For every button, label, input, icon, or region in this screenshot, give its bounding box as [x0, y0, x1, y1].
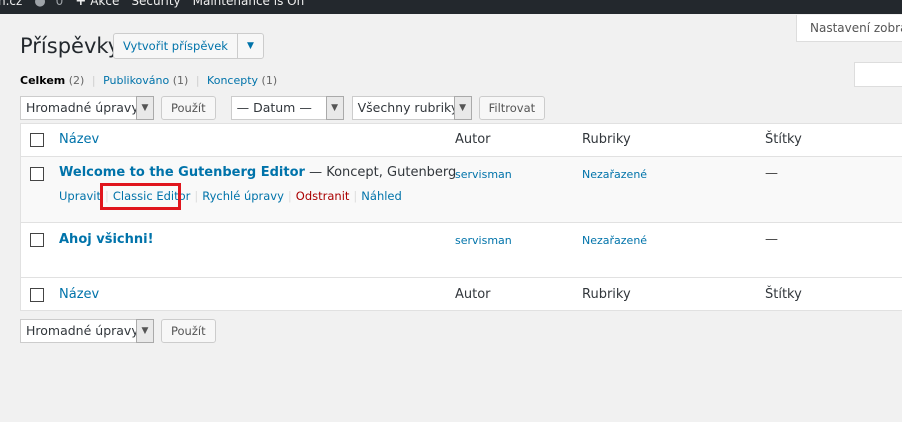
- column-author: Autor: [455, 287, 491, 302]
- search-input[interactable]: [854, 62, 902, 87]
- bulk-actions-select[interactable]: Hromadné úpravy ▼: [20, 96, 154, 120]
- separator: |: [195, 74, 200, 87]
- new-content-label: Akce: [90, 0, 120, 8]
- post-state: — Koncept, Gutenberg: [304, 165, 457, 180]
- post-title-cell: Ahoj všichni!: [59, 232, 154, 247]
- filter-published[interactable]: Publikováno: [103, 74, 169, 87]
- quick-edit-link[interactable]: Rychlé úpravy: [202, 189, 284, 203]
- bulk-actions-value: Hromadné úpravy: [26, 100, 139, 115]
- site-name-link[interactable]: n.cz: [0, 0, 22, 8]
- column-title-sort[interactable]: Název: [59, 132, 99, 147]
- maintenance-status[interactable]: Maintenance is On: [193, 0, 305, 8]
- post-author-link[interactable]: servisman: [455, 234, 512, 247]
- post-category-link[interactable]: Nezařazené: [582, 234, 647, 247]
- security-menu[interactable]: Security: [131, 0, 180, 8]
- filter-drafts-count: (1): [261, 74, 278, 87]
- post-title-link[interactable]: Welcome to the Gutenberg Editor: [59, 165, 305, 180]
- separator: |: [353, 189, 358, 203]
- chevron-down-icon[interactable]: ▼: [238, 34, 263, 58]
- page-title: Příspěvky: [20, 34, 121, 58]
- separator: |: [287, 189, 292, 203]
- comments-link[interactable]: ● 0: [34, 0, 63, 9]
- tablenav-bottom: Hromadné úpravy ▼ Použít: [20, 319, 216, 343]
- apply-button[interactable]: Použít: [161, 96, 216, 120]
- post-author-link[interactable]: servisman: [455, 168, 512, 181]
- tablenav-top: Hromadné úpravy ▼ Použít — Datum — ▼ Vše…: [20, 96, 546, 120]
- date-filter-select[interactable]: — Datum — ▼: [230, 96, 344, 120]
- screen-options-tab[interactable]: Nastavení zobrazení: [796, 15, 902, 42]
- admin-bar: n.cz ● 0 + Akce Security Maintenance is …: [0, 0, 902, 14]
- table-row: Ahoj všichni! servisman Nezařazené —: [21, 223, 902, 277]
- select-all-checkbox[interactable]: [30, 288, 44, 302]
- column-author: Autor: [455, 132, 491, 147]
- table-footer: Název Autor Rubriky Štítky: [21, 277, 902, 310]
- add-new-post-split-button: Vytvořit příspěvek ▼: [113, 33, 264, 59]
- post-status-filters: Celkem (2) | Publikováno (1) | Koncepty …: [20, 74, 277, 87]
- apply-button[interactable]: Použít: [161, 319, 216, 343]
- post-tags: —: [765, 166, 778, 181]
- edit-link[interactable]: Upravit: [59, 189, 101, 203]
- column-categories: Rubriky: [582, 287, 631, 302]
- chevron-down-icon: ▼: [325, 96, 344, 120]
- post-category-link[interactable]: Nezařazené: [582, 168, 647, 181]
- post-title-cell: Welcome to the Gutenberg Editor — Koncep…: [59, 165, 456, 180]
- classic-editor-highlight-box: [100, 183, 181, 210]
- chevron-down-icon: ▼: [136, 319, 154, 343]
- comments-count: 0: [55, 0, 64, 8]
- filter-published-count: (1): [172, 74, 189, 87]
- filter-all[interactable]: Celkem: [20, 74, 65, 87]
- plus-icon: +: [75, 0, 87, 9]
- category-filter-select[interactable]: Všechny rubriky ▼: [351, 96, 472, 120]
- row-checkbox[interactable]: [30, 233, 44, 247]
- chevron-down-icon: ▼: [453, 96, 472, 120]
- column-tags: Štítky: [765, 287, 802, 302]
- post-tags: —: [765, 232, 778, 247]
- row-checkbox[interactable]: [30, 167, 44, 181]
- trash-link[interactable]: Odstranit: [296, 189, 350, 203]
- select-all-checkbox[interactable]: [30, 133, 44, 147]
- filter-button[interactable]: Filtrovat: [478, 96, 546, 120]
- separator: |: [194, 189, 199, 203]
- category-filter-value: Všechny rubriky: [357, 100, 459, 115]
- post-title-link[interactable]: Ahoj všichni!: [59, 232, 154, 247]
- bulk-actions-value: Hromadné úpravy: [26, 323, 139, 338]
- column-title-sort[interactable]: Název: [59, 287, 99, 302]
- date-filter-value: — Datum —: [236, 100, 312, 115]
- table-header: Název Autor Rubriky Štítky: [21, 124, 902, 157]
- new-content-menu[interactable]: + Akce: [75, 0, 119, 9]
- chevron-down-icon: ▼: [136, 96, 154, 120]
- add-new-post-button[interactable]: Vytvořit příspěvek: [114, 34, 238, 58]
- bulk-actions-select[interactable]: Hromadné úpravy ▼: [20, 319, 154, 343]
- filter-drafts[interactable]: Koncepty: [207, 74, 258, 87]
- column-tags: Štítky: [765, 132, 802, 147]
- posts-table: Název Autor Rubriky Štítky Welcome to th…: [20, 123, 902, 311]
- column-categories: Rubriky: [582, 132, 631, 147]
- separator: |: [91, 74, 96, 87]
- preview-link[interactable]: Náhled: [361, 189, 402, 203]
- filter-all-count: (2): [68, 74, 85, 87]
- comment-icon: ●: [34, 0, 46, 9]
